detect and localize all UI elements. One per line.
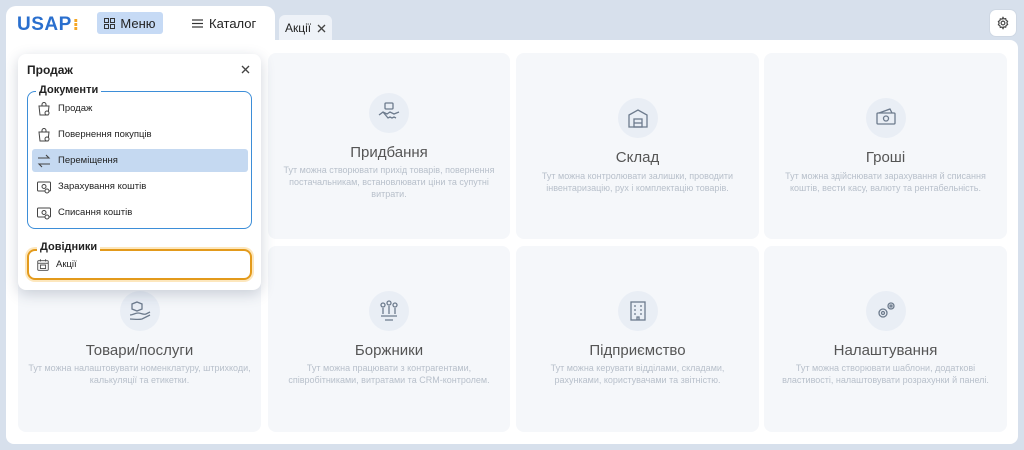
documents-group: Документи Продаж Повернення покупців Пер… bbox=[27, 84, 252, 229]
close-icon[interactable] bbox=[317, 24, 326, 33]
menu-item-povernennia-pokuptsiv[interactable]: Повернення покупців bbox=[32, 123, 248, 146]
gears-icon bbox=[865, 291, 906, 331]
documents-label: Документи bbox=[36, 84, 102, 96]
card-title: Налаштування bbox=[833, 342, 938, 359]
menu-item-label: Списання коштів bbox=[58, 207, 133, 218]
menu-item-zarakhuvannia-koshtiv[interactable]: Зарахування коштів bbox=[32, 175, 248, 198]
card-description: Тут можна працювати з контрагентами, спі… bbox=[288, 363, 490, 385]
warehouse-icon bbox=[617, 98, 658, 138]
card-groshi[interactable]: Гроші Тут можна здійснювати зарахування … bbox=[764, 53, 1007, 239]
card-nalashtuvannia[interactable]: Налаштування Тут можна створювати шаблон… bbox=[764, 246, 1007, 432]
top-bar: USAP⁝ Меню Каталог Акції bbox=[0, 0, 1024, 44]
card-title: Придбання bbox=[350, 144, 428, 161]
close-icon[interactable] bbox=[238, 62, 252, 76]
handshake-icon bbox=[369, 93, 409, 133]
menu-item-label: Повернення покупців bbox=[58, 129, 152, 140]
card-title: Боржники bbox=[354, 342, 424, 359]
card-title: Підприємство bbox=[589, 342, 686, 359]
card-title: Склад bbox=[615, 149, 660, 166]
menu-item-spysannia-koshtiv[interactable]: Списання коштів bbox=[32, 201, 248, 224]
logo-area: USAP⁝ Меню Каталог bbox=[6, 6, 275, 44]
menu-item-label: Акції bbox=[56, 259, 77, 270]
sales-popup: Продаж Документи Продаж Повернення покуп… bbox=[18, 54, 261, 290]
transfer-arrows-icon bbox=[37, 154, 51, 167]
menu-button-label: Меню bbox=[120, 15, 156, 31]
card-prydbannia[interactable]: Придбання Тут можна створювати прихід то… bbox=[268, 53, 510, 239]
card-sklad[interactable]: Склад Тут можна контролювати залишки, пр… bbox=[516, 53, 759, 239]
card-title: Товари/послуги bbox=[85, 342, 194, 359]
card-description: Тут можна створювати прихід товарів, пов… bbox=[283, 165, 495, 199]
card-title: Гроші bbox=[865, 149, 906, 166]
catalog-button-label: Каталог bbox=[209, 15, 257, 31]
building-icon bbox=[617, 291, 658, 331]
card-description: Тут можна створювати шаблони, додаткові … bbox=[782, 363, 989, 385]
catalog-button[interactable]: Каталог bbox=[192, 12, 256, 34]
gear-icon bbox=[997, 16, 1009, 30]
card-description: Тут можна налаштовувати номенклатуру, шт… bbox=[28, 363, 251, 385]
menu-item-prodazh[interactable]: Продаж bbox=[32, 97, 248, 120]
menu-item-label: Переміщення bbox=[58, 155, 118, 166]
shopping-bag-icon bbox=[38, 101, 50, 115]
menu-item-label: Продаж bbox=[58, 103, 93, 114]
cash-out-icon bbox=[37, 207, 51, 219]
menu-item-akcii[interactable]: Акції bbox=[32, 253, 248, 276]
tab-label: Акції bbox=[285, 21, 312, 35]
tab-akcii[interactable]: Акції bbox=[279, 15, 332, 41]
people-network-icon bbox=[369, 291, 409, 331]
card-description: Тут можна контролювати залишки, проводит… bbox=[541, 171, 734, 193]
products-icon bbox=[119, 291, 160, 331]
cash-in-icon bbox=[37, 181, 51, 193]
card-pidpryiemstvo[interactable]: Підприємство Тут можна керувати відділам… bbox=[516, 246, 759, 432]
menu-button[interactable]: Меню bbox=[97, 12, 163, 34]
calendar-promo-icon bbox=[37, 258, 49, 271]
references-label: Довідники bbox=[37, 241, 101, 253]
list-icon bbox=[192, 18, 203, 28]
grid-icon bbox=[104, 17, 116, 29]
menu-item-peremishchennia[interactable]: Переміщення bbox=[32, 149, 248, 172]
card-borzhnyky[interactable]: Боржники Тут можна працювати з контраген… bbox=[268, 246, 510, 432]
card-description: Тут можна керувати відділами, складами, … bbox=[550, 363, 725, 385]
logo[interactable]: USAP⁝ bbox=[17, 14, 79, 36]
menu-item-label: Зарахування коштів bbox=[58, 181, 147, 192]
settings-button[interactable] bbox=[989, 9, 1017, 37]
popup-title: Продаж bbox=[27, 63, 73, 77]
shopping-bag-return-icon bbox=[38, 127, 50, 141]
money-icon bbox=[865, 98, 906, 138]
references-group: Довідники Акції bbox=[27, 241, 252, 280]
card-description: Тут можна здійснювати зарахування й спис… bbox=[785, 171, 986, 193]
